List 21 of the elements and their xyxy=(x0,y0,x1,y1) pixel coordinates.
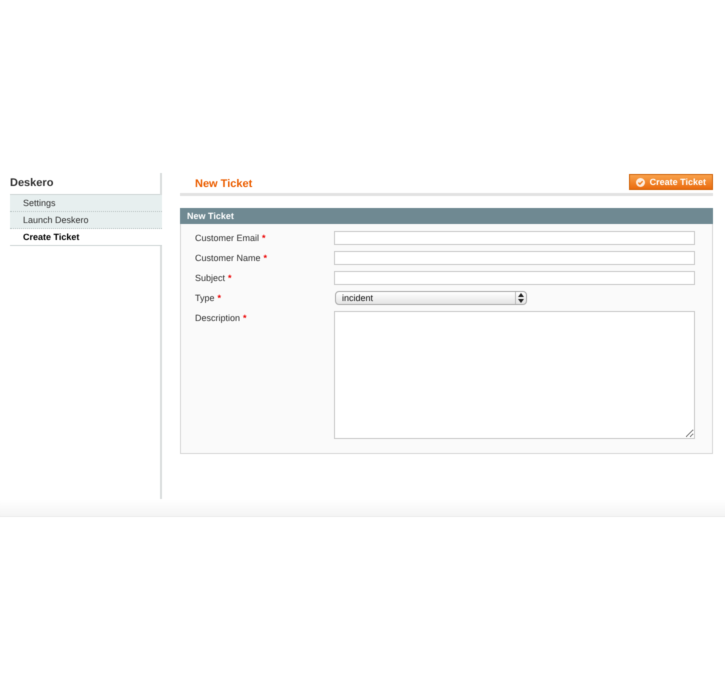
section-header: New Ticket xyxy=(180,208,713,224)
required-mark: * xyxy=(218,293,222,303)
page-title: New Ticket xyxy=(195,177,252,190)
updown-arrows-icon xyxy=(515,292,526,304)
required-mark: * xyxy=(262,233,266,243)
required-mark: * xyxy=(228,273,232,283)
required-mark: * xyxy=(264,253,268,263)
type-select[interactable]: incident xyxy=(335,291,527,305)
required-mark: * xyxy=(243,313,247,323)
field-label: Customer Name xyxy=(195,253,261,263)
check-icon xyxy=(636,178,645,186)
field-label: Type xyxy=(195,293,215,303)
field-label: Customer Email xyxy=(195,233,260,243)
input-field[interactable] xyxy=(334,231,695,245)
input-field[interactable] xyxy=(334,251,695,265)
field-label: Subject xyxy=(195,273,226,283)
field-label: Description xyxy=(195,313,240,323)
input-field[interactable] xyxy=(334,271,695,285)
sidebar-item[interactable]: Launch Deskero xyxy=(10,212,162,229)
sidebar-item[interactable]: Settings xyxy=(10,195,162,212)
description-field[interactable] xyxy=(334,311,695,439)
